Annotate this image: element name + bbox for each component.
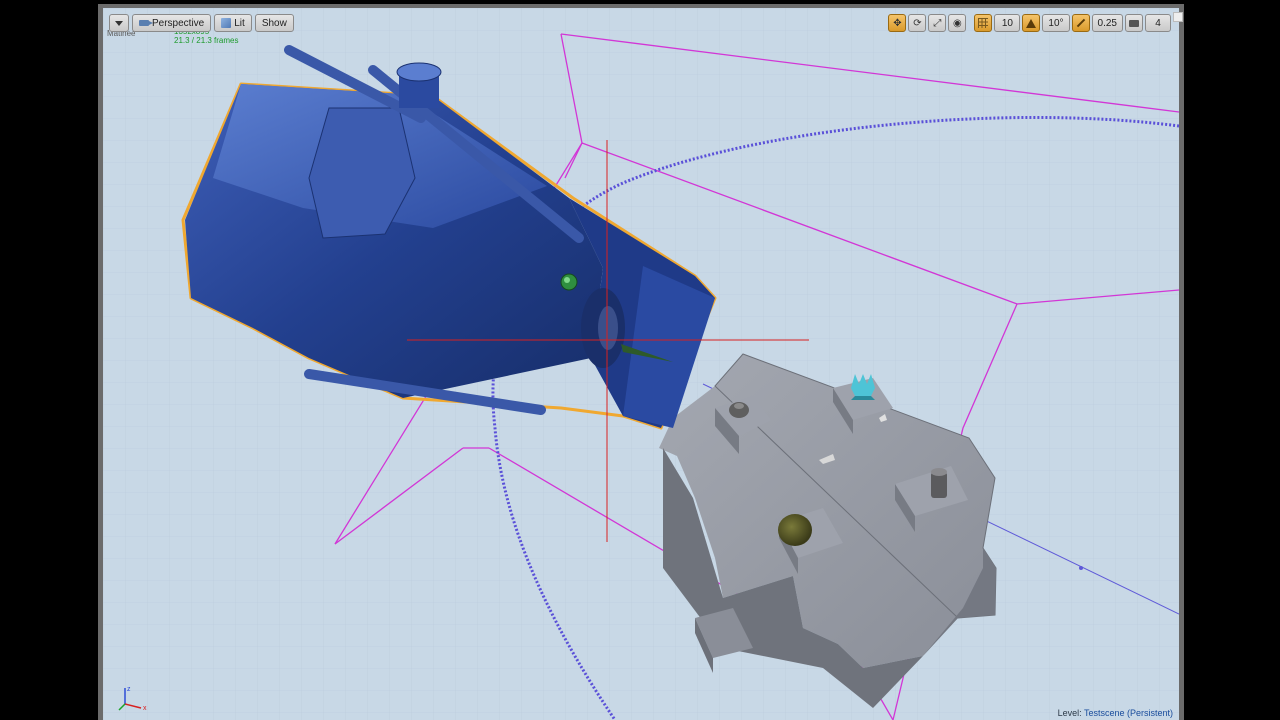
level-label: Level: Testscene (Persistent) xyxy=(1058,708,1173,718)
show-label: Show xyxy=(261,17,287,29)
scale-mode-button[interactable]: ⤢ xyxy=(928,14,947,32)
svg-text:z: z xyxy=(127,686,131,693)
level-prefix: Level: xyxy=(1057,708,1082,718)
axis-gizmo: z x xyxy=(118,686,147,712)
grid-snap-toggle[interactable] xyxy=(974,14,993,32)
lit-button[interactable]: Lit xyxy=(214,14,252,32)
scale-snap-icon xyxy=(1076,18,1085,28)
viewport-toolbar-right: ✥ ⟳ ⤢ ◉ 10 10° 0.25 4 xyxy=(888,14,1171,32)
grid-icon xyxy=(978,18,989,28)
frames-text: 21.3 / 21.3 frames xyxy=(174,36,239,45)
rotation-snap-toggle[interactable] xyxy=(1022,14,1041,32)
rotate-mode-button[interactable]: ⟳ xyxy=(908,14,927,32)
camera-speed-button[interactable] xyxy=(1125,14,1143,32)
lit-label: Lit xyxy=(234,17,245,29)
show-button[interactable]: Show xyxy=(254,14,294,32)
scene-canvas[interactable] xyxy=(103,8,1179,720)
camera-speed-icon xyxy=(1129,19,1139,27)
viewport-options-button[interactable] xyxy=(109,14,129,32)
scale-snap-value[interactable]: 0.25 xyxy=(1091,14,1123,32)
moss-sphere[interactable] xyxy=(778,514,812,546)
level-viewport[interactable]: Perspective Lit Show Matinee 1352x895 21… xyxy=(103,8,1179,720)
track-key xyxy=(1079,566,1083,570)
viewport-frame: Perspective Lit Show Matinee 1352x895 21… xyxy=(98,4,1184,720)
cylinder-prop[interactable] xyxy=(931,468,947,498)
svg-text:x: x xyxy=(143,705,147,712)
chevron-down-icon xyxy=(115,20,123,26)
move-icon: ✥ xyxy=(893,17,902,29)
world-icon: ◉ xyxy=(953,17,962,29)
perspective-button[interactable]: Perspective xyxy=(132,14,212,32)
translate-mode-button[interactable]: ✥ xyxy=(888,14,907,32)
teapot-prop[interactable] xyxy=(729,402,749,418)
coordinate-system-button[interactable]: ◉ xyxy=(948,14,967,32)
camera-speed-value[interactable]: 4 xyxy=(1145,14,1171,32)
angle-icon xyxy=(1026,18,1037,28)
rotation-snap-value[interactable]: 10° xyxy=(1042,14,1070,32)
perspective-label: Perspective xyxy=(152,17,205,29)
level-name: Testscene (Persistent) xyxy=(1083,708,1173,718)
scale-icon: ⤢ xyxy=(933,17,942,29)
rotate-icon: ⟳ xyxy=(913,17,922,29)
camera-icon xyxy=(139,20,153,26)
grid-snap-value[interactable]: 10 xyxy=(994,14,1021,32)
scale-snap-toggle[interactable] xyxy=(1071,14,1090,32)
viewport-toolbar-left: Perspective Lit Show xyxy=(109,14,294,32)
lit-cube-icon xyxy=(221,18,232,28)
maximize-icon[interactable] xyxy=(1173,12,1183,22)
